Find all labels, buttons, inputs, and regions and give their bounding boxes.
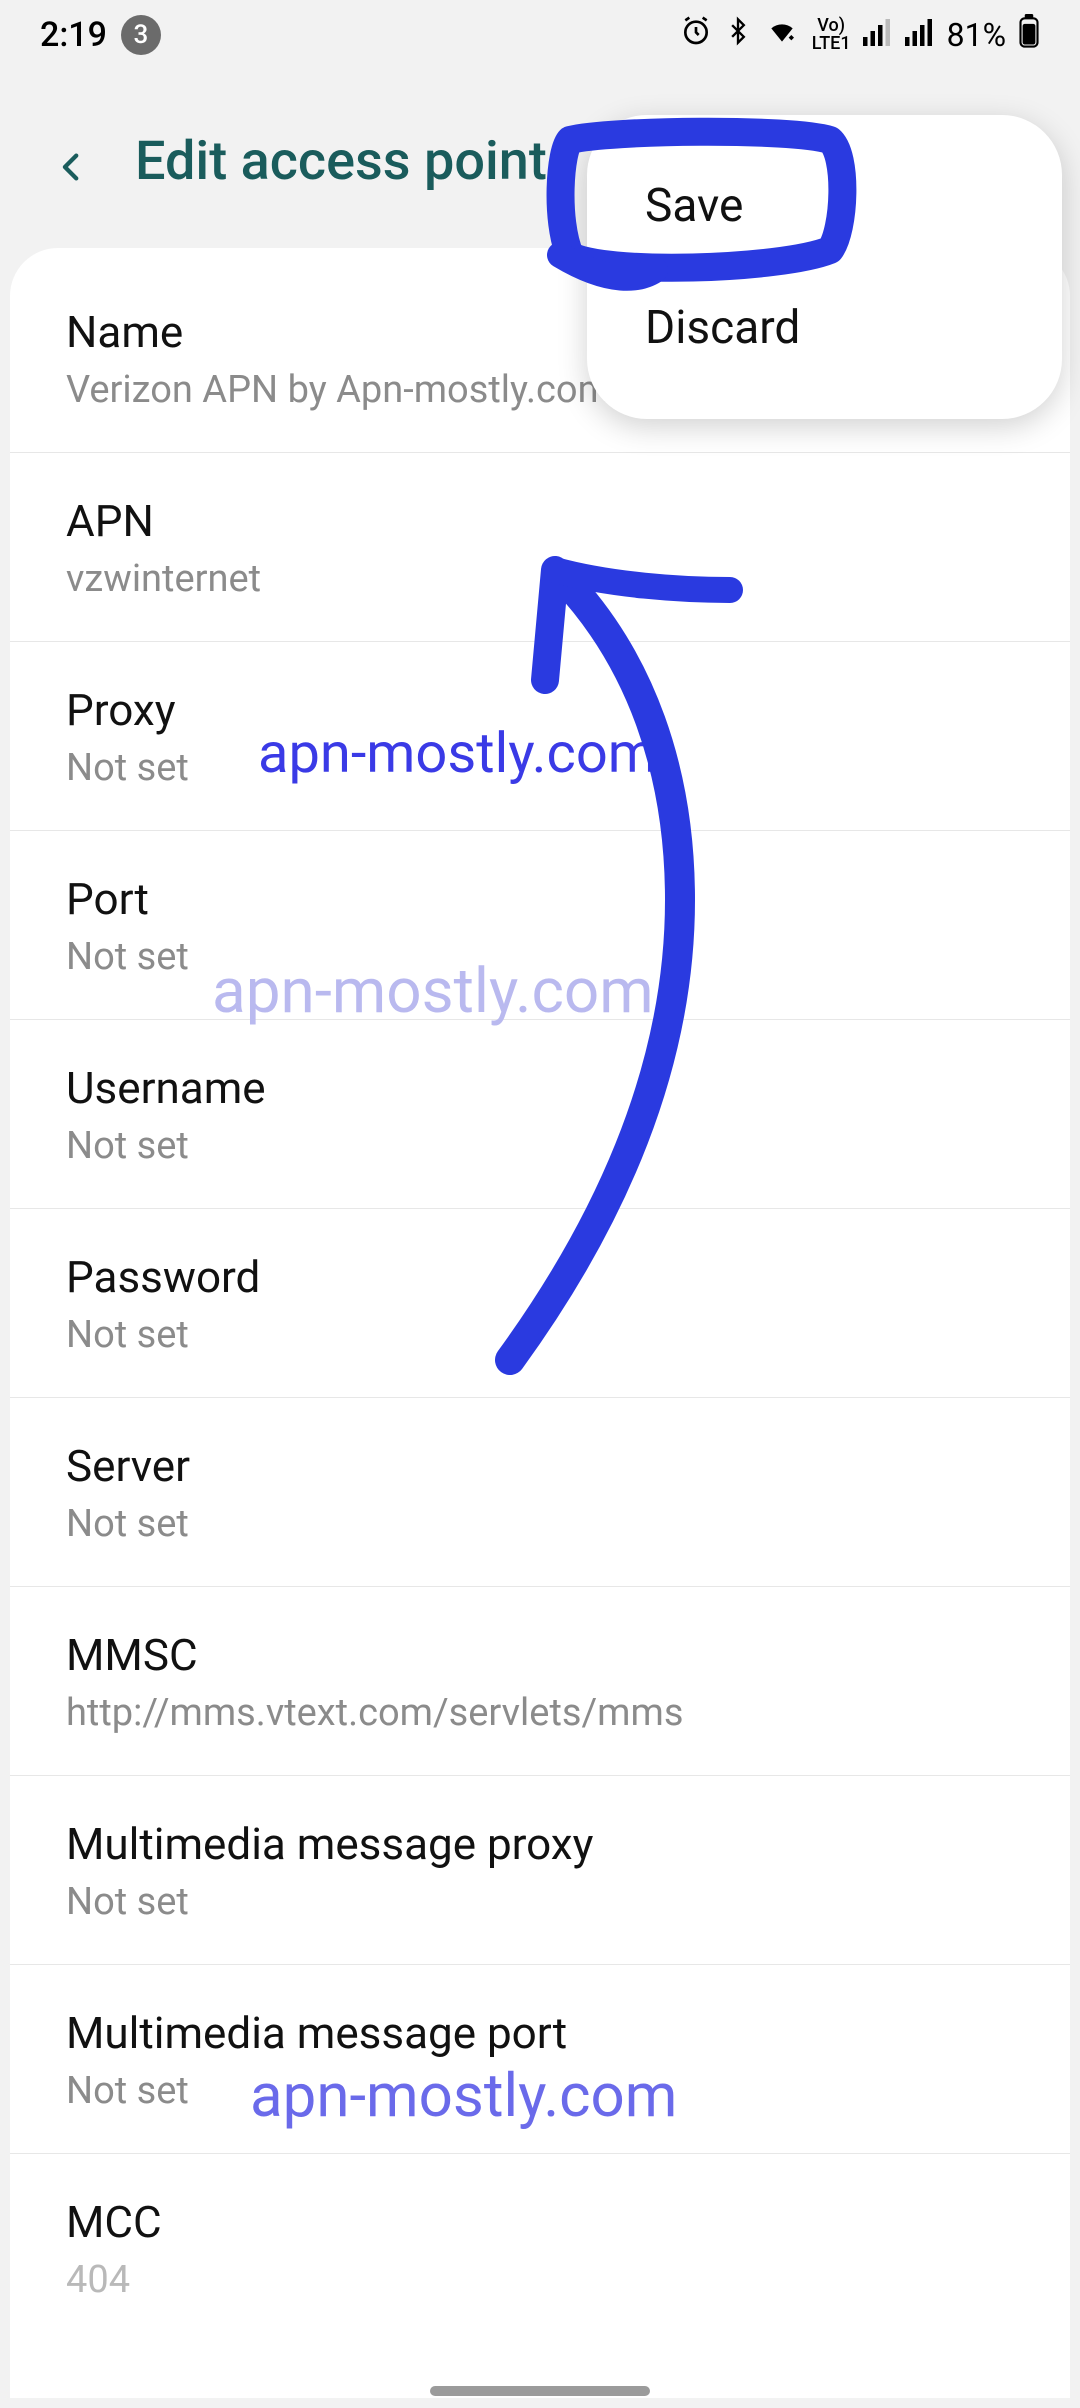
row-server[interactable]: Server Not set: [10, 1398, 1070, 1587]
status-time: 2:19: [40, 15, 107, 55]
row-proxy-value: Not set: [66, 746, 1014, 790]
row-apn-label: APN: [66, 495, 1014, 547]
row-mmport[interactable]: Multimedia message port Not set: [10, 1965, 1070, 2154]
signal-icon-1: [863, 16, 893, 54]
row-mmproxy-value: Not set: [66, 1880, 1014, 1924]
row-mmport-label: Multimedia message port: [66, 2007, 1014, 2059]
signal-icon-2: [905, 16, 935, 54]
row-port[interactable]: Port Not set: [10, 831, 1070, 1020]
status-bar: 2:19 3 Vo)LTE1 81%: [0, 0, 1080, 70]
row-mcc-value: 404: [66, 2258, 1014, 2302]
row-proxy-label: Proxy: [66, 684, 1014, 736]
row-mmproxy-label: Multimedia message proxy: [66, 1818, 1014, 1870]
row-username[interactable]: Username Not set: [10, 1020, 1070, 1209]
page-title: Edit access point: [135, 130, 547, 193]
settings-list: Name Verizon APN by Apn-mostly.com APN v…: [10, 248, 1070, 2398]
battery-percent: 81%: [947, 16, 1006, 54]
wifi-icon: [764, 15, 800, 55]
row-mmport-value: Not set: [66, 2069, 1014, 2113]
menu-discard[interactable]: Discard: [587, 267, 1062, 389]
row-mcc[interactable]: MCC 404: [10, 2154, 1070, 2342]
row-mmsc-label: MMSC: [66, 1629, 1014, 1681]
row-mmproxy[interactable]: Multimedia message proxy Not set: [10, 1776, 1070, 1965]
menu-save[interactable]: Save: [587, 145, 1062, 267]
row-port-value: Not set: [66, 935, 1014, 979]
bluetooth-icon: [724, 15, 752, 55]
alarm-icon: [680, 15, 712, 55]
volte-icon: Vo)LTE1: [812, 17, 851, 53]
row-apn-value: vzwinternet: [66, 557, 1014, 601]
row-mmsc[interactable]: MMSC http://mms.vtext.com/servlets/mms: [10, 1587, 1070, 1776]
row-password-value: Not set: [66, 1313, 1014, 1357]
row-mmsc-value: http://mms.vtext.com/servlets/mms: [66, 1691, 1014, 1735]
row-mcc-label: MCC: [66, 2196, 1014, 2248]
back-icon[interactable]: [55, 142, 95, 182]
row-port-label: Port: [66, 873, 1014, 925]
row-proxy[interactable]: Proxy Not set: [10, 642, 1070, 831]
battery-icon: [1018, 14, 1040, 56]
row-apn[interactable]: APN vzwinternet: [10, 453, 1070, 642]
nav-handle: [430, 2386, 650, 2396]
row-server-value: Not set: [66, 1502, 1014, 1546]
row-username-value: Not set: [66, 1124, 1014, 1168]
row-server-label: Server: [66, 1440, 1014, 1492]
notification-badge: 3: [121, 15, 161, 55]
row-password-label: Password: [66, 1251, 1014, 1303]
overflow-menu: Save Discard: [587, 115, 1062, 419]
row-username-label: Username: [66, 1062, 1014, 1114]
row-password[interactable]: Password Not set: [10, 1209, 1070, 1398]
